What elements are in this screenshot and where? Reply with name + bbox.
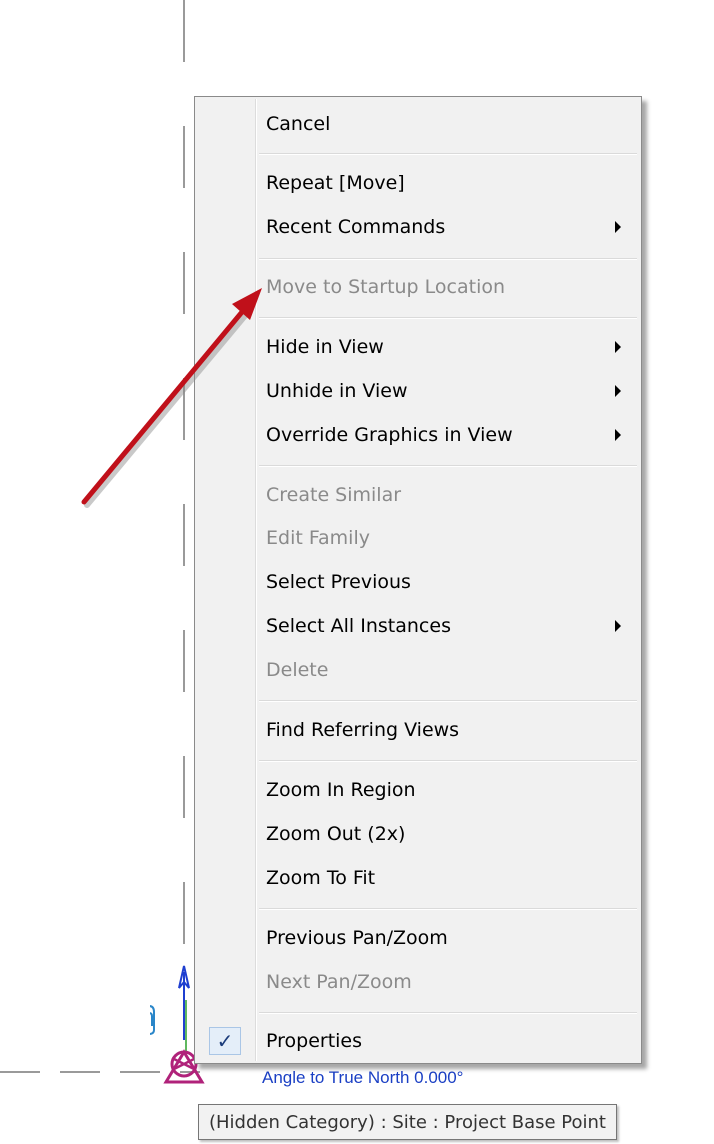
menu-item-label: Override Graphics in View bbox=[266, 424, 513, 446]
drawing-canvas[interactable]: Angle to True North 0.000° Cancel Repeat… bbox=[0, 0, 714, 1144]
menu-item-label: Create Similar bbox=[266, 484, 402, 506]
menu-item-find-referring-views[interactable]: Find Referring Views bbox=[195, 710, 641, 750]
menu-item-zoom-in-region[interactable]: Zoom In Region bbox=[195, 770, 641, 810]
chevron-right-icon bbox=[615, 429, 621, 441]
menu-item-select-previous[interactable]: Select Previous bbox=[195, 562, 641, 602]
menu-item-hide-in-view[interactable]: Hide in View bbox=[195, 327, 641, 367]
menu-item-delete: Delete bbox=[195, 650, 641, 690]
chevron-right-icon bbox=[615, 341, 621, 353]
checkmark-icon: ✓ bbox=[209, 1027, 241, 1055]
chevron-right-icon bbox=[615, 385, 621, 397]
menu-separator bbox=[259, 908, 637, 910]
menu-item-label: Edit Family bbox=[266, 527, 370, 549]
menu-item-edit-family: Edit Family bbox=[195, 518, 641, 558]
menu-item-recent-commands[interactable]: Recent Commands bbox=[195, 207, 641, 247]
menu-separator bbox=[259, 465, 637, 467]
menu-item-cancel[interactable]: Cancel bbox=[195, 104, 641, 144]
angle-to-true-north-label[interactable]: Angle to True North 0.000° bbox=[262, 1068, 463, 1088]
menu-separator bbox=[259, 258, 637, 260]
menu-item-zoom-to-fit[interactable]: Zoom To Fit bbox=[195, 858, 641, 898]
menu-separator bbox=[259, 1012, 637, 1014]
menu-item-label: Select Previous bbox=[266, 571, 411, 593]
menu-item-label: Zoom Out (2x) bbox=[266, 823, 406, 845]
tooltip-text: (Hidden Category) : Site : Project Base … bbox=[209, 1111, 606, 1133]
menu-item-zoom-out-2x[interactable]: Zoom Out (2x) bbox=[195, 814, 641, 854]
menu-separator bbox=[259, 153, 637, 155]
chevron-right-icon bbox=[615, 221, 621, 233]
menu-item-label: Next Pan/Zoom bbox=[266, 971, 412, 993]
menu-item-label: Zoom In Region bbox=[266, 779, 416, 801]
menu-item-repeat-move[interactable]: Repeat [Move] bbox=[195, 163, 641, 203]
menu-item-label: Properties bbox=[266, 1030, 363, 1052]
menu-item-label: Zoom To Fit bbox=[266, 867, 376, 889]
menu-separator bbox=[259, 317, 637, 319]
menu-item-label: Repeat [Move] bbox=[266, 172, 405, 194]
menu-item-move-to-startup-location: Move to Startup Location bbox=[195, 267, 641, 307]
menu-item-label: Move to Startup Location bbox=[266, 276, 506, 298]
menu-item-next-pan-zoom: Next Pan/Zoom bbox=[195, 962, 641, 1002]
menu-item-label: Cancel bbox=[266, 113, 331, 135]
chevron-right-icon bbox=[615, 620, 621, 632]
menu-item-label: Hide in View bbox=[266, 336, 384, 358]
view-reference-line bbox=[183, 0, 185, 1020]
menu-separator bbox=[259, 700, 637, 702]
menu-item-properties[interactable]: ✓ Properties bbox=[195, 1021, 641, 1061]
context-menu: Cancel Repeat [Move] Recent Commands Mov… bbox=[194, 96, 642, 1064]
menu-separator bbox=[259, 760, 637, 762]
menu-item-label: Select All Instances bbox=[266, 615, 451, 637]
menu-item-create-similar: Create Similar bbox=[195, 475, 641, 515]
menu-item-override-graphics-in-view[interactable]: Override Graphics in View bbox=[195, 415, 641, 455]
paperclip-pin-icon[interactable] bbox=[150, 1005, 155, 1035]
menu-item-label: Unhide in View bbox=[266, 380, 408, 402]
menu-item-label: Delete bbox=[266, 659, 329, 681]
menu-item-unhide-in-view[interactable]: Unhide in View bbox=[195, 371, 641, 411]
hover-tooltip: (Hidden Category) : Site : Project Base … bbox=[198, 1104, 617, 1140]
menu-item-label: Recent Commands bbox=[266, 216, 446, 238]
menu-item-previous-pan-zoom[interactable]: Previous Pan/Zoom bbox=[195, 918, 641, 958]
menu-item-select-all-instances[interactable]: Select All Instances bbox=[195, 606, 641, 646]
menu-item-label: Find Referring Views bbox=[266, 719, 460, 741]
menu-item-label: Previous Pan/Zoom bbox=[266, 927, 448, 949]
